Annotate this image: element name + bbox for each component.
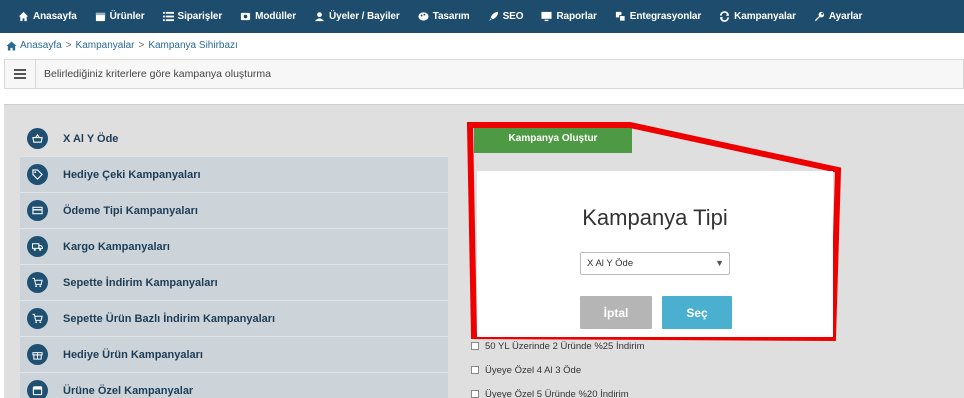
box-icon: [95, 12, 105, 22]
integration-icon: [615, 11, 626, 22]
breadcrumb-separator: >: [65, 40, 72, 51]
credit-card-icon: [27, 200, 48, 221]
campaign-option[interactable]: 50 YL Üzerinde 2 Üründe %25 İndirim: [471, 334, 644, 358]
category-item[interactable]: Hediye Ürün Kampanyaları: [20, 337, 448, 373]
breadcrumb: Anasayfa > Kampanyalar > Kampanya Sihirb…: [6, 40, 238, 51]
breadcrumb-kampanyalar[interactable]: Kampanyalar: [76, 40, 135, 51]
top-navigation: Anasayfa Ürünler Siparişler Modüller Üye…: [0, 0, 964, 33]
category-item[interactable]: Ürüne Özel Kampanyalar: [20, 373, 448, 398]
modal-title: Kampanya Tipi: [582, 205, 728, 230]
breadcrumb-home[interactable]: Anasayfa: [20, 40, 62, 51]
tag-icon: [27, 164, 48, 185]
home-icon: [6, 40, 17, 51]
category-item[interactable]: X Al Y Öde: [20, 121, 448, 157]
campaign-option[interactable]: Üyeye Özel 5 Üründe %20 İndirim: [471, 382, 644, 398]
nav-item-seo[interactable]: SEO: [488, 11, 524, 22]
nav-item-uyeler[interactable]: Üyeler / Bayiler: [314, 11, 400, 22]
select-button[interactable]: Seç: [662, 296, 732, 329]
category-item[interactable]: Kargo Kampanyaları: [20, 229, 448, 265]
checkbox[interactable]: [471, 366, 479, 374]
nav-item-entegrasyonlar[interactable]: Entegrasyonlar: [615, 11, 701, 22]
home-icon: [18, 11, 29, 22]
nav-item-ayarlar[interactable]: Ayarlar: [814, 11, 862, 22]
select-value: X Al Y Öde: [587, 258, 634, 269]
rocket-icon: [488, 11, 498, 22]
list-icon: [162, 11, 174, 22]
nav-item-anasayfa[interactable]: Anasayfa: [18, 11, 77, 22]
truck-icon: [27, 236, 48, 257]
nav-item-siparisler[interactable]: Siparişler: [162, 11, 222, 22]
dropdown-arrow-icon: ▼: [715, 258, 724, 268]
create-campaign-button[interactable]: Kampanya Oluştur: [474, 123, 632, 153]
breadcrumb-current: Kampanya Sihirbazı: [148, 40, 238, 51]
page-description: Belirlediğiniz kriterlere göre kampanya …: [44, 68, 272, 80]
menu-toggle-button[interactable]: [5, 60, 36, 88]
hamburger-icon: [14, 73, 26, 75]
nav-item-tasarim[interactable]: Tasarım: [418, 11, 470, 22]
cancel-button[interactable]: İptal: [580, 296, 652, 329]
modules-icon: [241, 12, 251, 21]
cart-icon: [27, 272, 48, 293]
wrench-icon: [814, 11, 824, 22]
campaign-category-list: X Al Y Öde Hediye Çeki Kampanyaları Ödem…: [20, 121, 448, 398]
nav-item-moduller[interactable]: Modüller: [240, 11, 296, 22]
checkbox[interactable]: [471, 342, 479, 350]
campaign-option[interactable]: Üyeye Özel 4 Al 3 Öde: [471, 358, 644, 382]
refresh-icon: [720, 11, 730, 22]
category-item[interactable]: Ödeme Tipi Kampanyaları: [20, 193, 448, 229]
campaign-type-modal: Kampanya Tipi X Al Y Öde ▼ İptal Seç: [477, 171, 833, 337]
campaign-type-select[interactable]: X Al Y Öde ▼: [580, 252, 730, 275]
campaign-options-list: 50 YL Üzerinde 2 Üründe %25 İndirim Üyey…: [471, 334, 644, 398]
box-icon: [27, 380, 48, 398]
page-header-bar: Belirlediğiniz kriterlere göre kampanya …: [4, 59, 964, 89]
gift-icon: [27, 344, 48, 365]
cart-icon: [27, 308, 48, 329]
breadcrumb-separator: >: [138, 40, 145, 51]
user-icon: [314, 12, 325, 22]
category-item[interactable]: Sepette Ürün Bazlı İndirim Kampanyaları: [20, 301, 448, 337]
monitor-icon: [541, 11, 552, 22]
palette-icon: [418, 12, 429, 21]
category-item[interactable]: Hediye Çeki Kampanyaları: [20, 157, 448, 193]
nav-item-urunler[interactable]: Ürünler: [95, 11, 145, 22]
nav-item-raporlar[interactable]: Raporlar: [541, 11, 597, 22]
nav-item-kampanyalar[interactable]: Kampanyalar: [719, 11, 796, 22]
checkbox[interactable]: [471, 390, 479, 398]
basket-icon: [27, 128, 48, 149]
category-item[interactable]: Sepette İndirim Kampanyaları: [20, 265, 448, 301]
